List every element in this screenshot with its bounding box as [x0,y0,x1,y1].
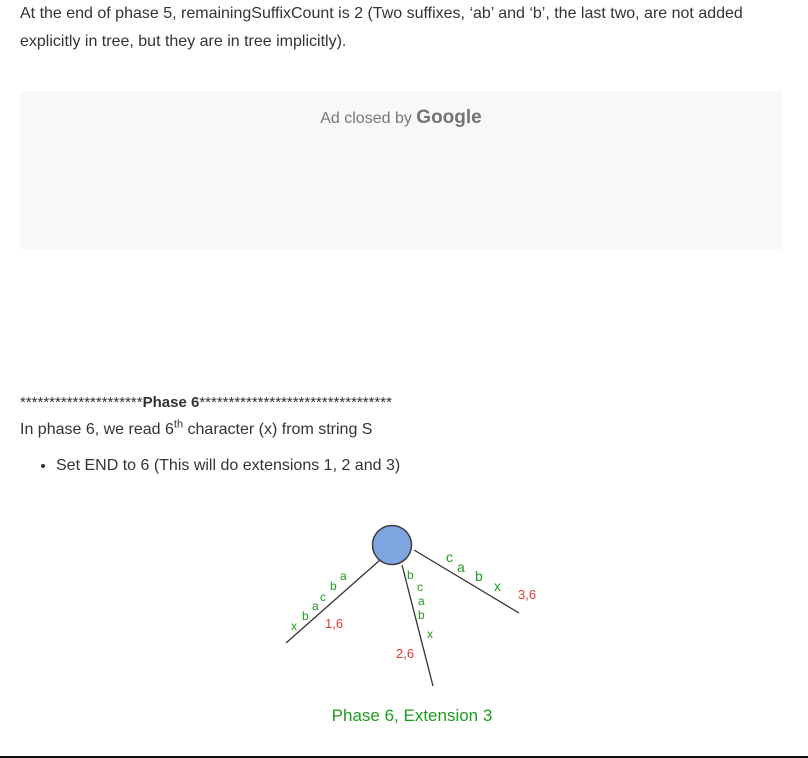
edge3-char-1: c [446,549,453,565]
edge1-char-4: c [320,590,326,604]
edge2-label: 2,6 [396,646,414,661]
edge3-char-2: a [457,559,465,575]
figure-caption: Phase 6, Extension 3 [332,706,493,725]
edge3-label: 3,6 [518,587,536,602]
edge1-char-2: b [302,609,309,623]
edge1-char-6: a [340,569,347,583]
edge2-char-4: b [418,608,425,622]
suffix-tree-figure: x b a c b a 1,6 b c a b x 2,6 c a b x 3,… [285,524,536,725]
edge2-char-1: b [407,568,414,582]
edge2-char-3: a [418,594,425,608]
edge3-char-3: b [475,568,483,584]
edge1-label: 1,6 [325,616,343,631]
tree-edge-3 [413,549,520,614]
edge1-char-1: x [291,619,297,633]
edge1-char-3: a [312,599,319,613]
edge2-char-2: c [417,580,423,594]
tree-root-node [371,524,413,566]
edge3-char-4: x [494,578,501,594]
edge1-char-5: b [330,579,337,593]
edge2-char-5: x [427,627,433,641]
